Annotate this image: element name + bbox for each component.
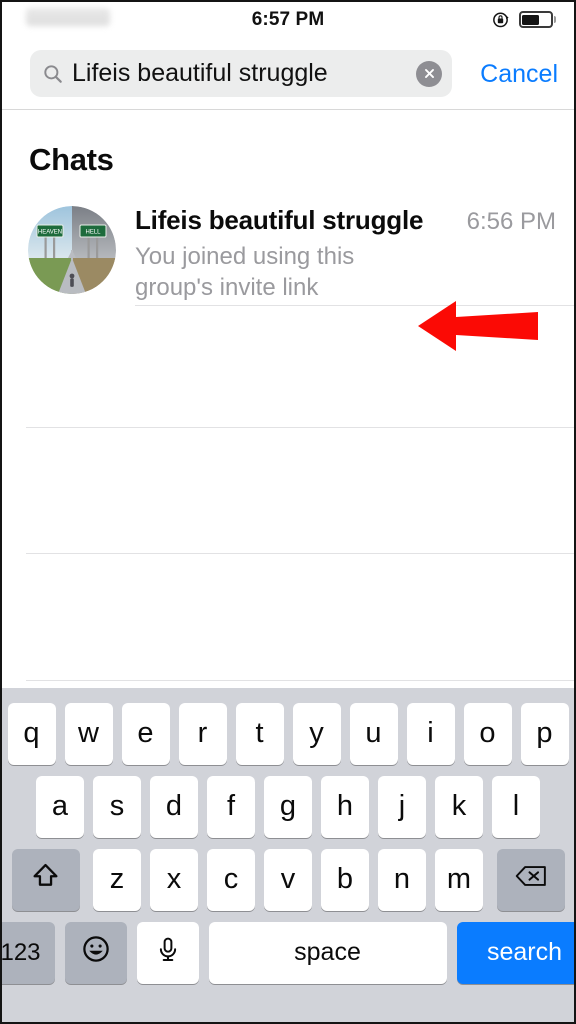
phone-screen: 6:57 PM Lifeis beautiful struggle Cancel… [0, 0, 576, 1024]
key-d[interactable]: d [150, 775, 198, 838]
keyboard-row-1: q w e r t y u i o p [2, 697, 574, 770]
key-r[interactable]: r [178, 702, 227, 765]
key-x[interactable]: x [150, 848, 198, 911]
row-separator [135, 305, 574, 306]
section-header-chats: Chats [29, 142, 114, 177]
svg-text:HEAVEN: HEAVEN [38, 229, 62, 235]
key-v[interactable]: v [264, 848, 312, 911]
key-y[interactable]: y [292, 702, 341, 765]
key-m[interactable]: m [435, 848, 483, 911]
key-u[interactable]: u [349, 702, 398, 765]
search-input-value: Lifeis beautiful struggle [72, 59, 328, 87]
keyboard-row-2: a s d f g h j k l [2, 770, 574, 843]
chat-row-title: Lifeis beautiful struggle [135, 205, 424, 235]
search-input[interactable]: Lifeis beautiful struggle [30, 50, 452, 97]
key-l[interactable]: l [492, 775, 540, 838]
chat-row-timestamp: 6:56 PM [466, 208, 556, 235]
numbers-key[interactable]: 123 [2, 921, 55, 984]
status-bar-indicators [491, 10, 556, 29]
microphone-icon [154, 935, 182, 971]
key-n[interactable]: n [378, 848, 426, 911]
keyboard-row-3: z x c v b n m [2, 843, 574, 916]
search-bar: Lifeis beautiful struggle Cancel [2, 38, 574, 110]
chat-result-row[interactable]: HEAVEN HELL Lifeis beautiful struggle 6:… [2, 198, 574, 305]
shift-key[interactable] [11, 848, 80, 911]
emoji-key[interactable] [64, 921, 127, 984]
emoji-smiley-icon [81, 934, 111, 972]
key-s[interactable]: s [93, 775, 141, 838]
search-return-key[interactable]: search [456, 921, 574, 984]
chat-row-subtitle: You joined using this group's invite lin… [135, 243, 355, 301]
status-bar: 6:57 PM [2, 2, 574, 38]
key-f[interactable]: f [207, 775, 255, 838]
key-h[interactable]: h [321, 775, 369, 838]
keyboard-row-4: 123 space search [2, 916, 574, 989]
key-a[interactable]: a [36, 775, 84, 838]
row-separator [26, 680, 574, 681]
on-screen-keyboard[interactable]: q w e r t y u i o p a s d f g h j k l z … [2, 688, 574, 1022]
key-c[interactable]: c [207, 848, 255, 911]
key-o[interactable]: o [463, 702, 512, 765]
row-separator [26, 553, 574, 554]
dictation-key[interactable] [136, 921, 199, 984]
key-g[interactable]: g [264, 775, 312, 838]
key-q[interactable]: q [7, 702, 56, 765]
key-w[interactable]: w [64, 702, 113, 765]
row-separator [26, 427, 574, 428]
key-i[interactable]: i [406, 702, 455, 765]
key-k[interactable]: k [435, 775, 483, 838]
search-results-list: Chats HEAVEN HELL Lifeis beautiful strug… [2, 110, 574, 692]
shift-arrow-icon [31, 861, 60, 898]
clear-search-icon[interactable] [416, 60, 442, 87]
backspace-key[interactable] [496, 848, 565, 911]
rotation-lock-icon [491, 10, 510, 29]
key-t[interactable]: t [235, 702, 284, 765]
svg-text:HELL: HELL [85, 229, 101, 235]
space-key[interactable]: space [208, 921, 447, 984]
status-bar-clock: 6:57 PM [251, 9, 325, 30]
key-p[interactable]: p [520, 702, 569, 765]
key-j[interactable]: j [378, 775, 426, 838]
key-e[interactable]: e [121, 702, 170, 765]
search-icon [42, 63, 64, 85]
key-b[interactable]: b [321, 848, 369, 911]
avatar: HEAVEN HELL [28, 206, 116, 294]
backspace-icon [515, 863, 547, 897]
battery-icon [518, 11, 556, 28]
cancel-button[interactable]: Cancel [480, 60, 558, 89]
key-z[interactable]: z [93, 848, 141, 911]
